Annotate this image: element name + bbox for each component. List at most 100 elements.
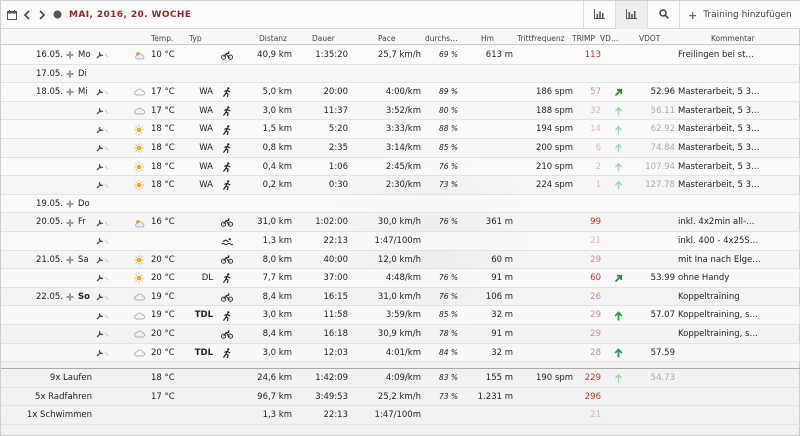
table-row[interactable]: 20 °C TDL 3,0 km 12:03 4:01/km 84 % 32 m 28 57.5… [1,343,800,363]
add-training-icon[interactable] [65,213,75,232]
trimp-value: 60 [590,273,601,284]
edit-icon[interactable] [96,102,112,121]
weekday-label: Di [78,68,87,79]
col-vd[interactable]: VD… [600,34,618,43]
vdot-value [635,46,675,65]
bar-chart-alt-button[interactable] [615,1,647,29]
duration: 2:35 [328,143,348,153]
search-button[interactable] [647,1,679,29]
avg-heart-rate: 69 % [438,50,458,59]
trimp-value: 29 [590,329,601,339]
comment: ohne Handy [678,273,730,284]
col-hm[interactable]: Hm [481,34,494,43]
table-row[interactable]: 17.05. Di [1,65,800,84]
training-type [189,232,213,251]
date-label [31,176,63,195]
avg-heart-rate: 85 % [438,143,458,152]
training-type: TDL [194,310,213,321]
temperature: 19 °C [151,310,175,321]
cadence [529,388,573,407]
vdot-value: 74.84 [650,143,675,153]
trimp-value: 99 [590,217,601,228]
col-pace[interactable]: Pace [378,34,396,43]
col-temp[interactable]: Temp. [151,34,173,43]
distance [241,195,292,214]
col-vdot[interactable]: VDOT [639,34,660,43]
table-row[interactable]: 22.05. So 19 °C 8,4 km 16:15 31,0 km/h 76 % 106… [1,288,800,307]
edit-icon[interactable] [96,83,112,102]
table-row[interactable]: 18 °C WA 1,5 km 5:20 3:33/km 88 % 194 spm 14 62.… [1,120,800,139]
distance: 0,2 km [262,180,292,191]
summary-row: 5x Radfahren 17 °C 96,7 km 3:49:53 25,2 km/h… [1,388,800,407]
table-row[interactable]: 19.05. Do [1,194,800,214]
add-training-icon[interactable] [65,251,75,270]
table-row[interactable]: 16.05. Mo 10 °C 40,9 km 1:35:20 25,7 km/h 69 %… [1,46,800,65]
training-type: TDL [194,347,213,358]
edit-icon[interactable] [96,288,112,307]
add-training-icon[interactable] [65,288,75,307]
weekday-label [78,176,94,195]
training-type [189,195,213,214]
col-trimp[interactable]: TRIMP [572,34,595,43]
table-row[interactable]: 18 °C WA 0,2 km 0:30 2:30/km 73 % 224 spm 1 127.… [1,176,800,195]
arrow-up-light-icon [611,139,625,158]
bike-icon [220,325,234,344]
trimp-value: 1 [595,180,601,191]
chevron-right-icon[interactable] [37,9,47,20]
comment [678,195,788,214]
add-training-button[interactable]: + Training hinzufügen [679,1,800,29]
add-training-label: Training hinzufügen [703,10,792,20]
running-icon [220,269,234,288]
col-durchs[interactable]: durchs… [425,34,458,43]
edit-icon[interactable] [96,158,112,177]
edit-icon[interactable] [96,306,112,325]
duration: 16:15 [323,291,349,302]
circle-icon[interactable] [52,10,62,20]
duration: 1:35:20 [315,50,348,60]
table-row[interactable]: 1,3 km 22:13 1:47/100m 21 inkl. 400 - 4x25S… [1,232,800,251]
summary-label: 9x Laufen [49,373,92,383]
cadence: 194 spm [535,124,573,135]
avg-heart-rate: 76 % [438,291,458,301]
table-row[interactable]: 18.05. Mi 17 °C WA 5,0 km 20:00 4:00/km 89 % 186… [1,83,800,102]
edit-icon[interactable] [96,232,112,251]
edit-icon[interactable] [96,120,112,139]
table-header: Temp. Typ Distanz Dauer Pace durchs… Hm … [1,31,800,45]
sun-cloud-icon [132,213,146,232]
add-training-icon[interactable] [65,195,75,214]
edit-icon[interactable] [96,344,112,363]
table-row[interactable]: 20.05. Fr 16 °C 31,0 km 1:02:00 30,0 km/h 76 %… [1,213,800,232]
table-row[interactable]: 20 °C DL 7,7 km 37:00 4:48/km 76 % 91 m 60 53.99… [1,269,800,288]
edit-icon[interactable] [96,46,112,65]
add-training-icon[interactable] [65,65,75,84]
add-training-icon[interactable] [65,46,75,65]
table-row[interactable]: 18 °C WA 0,4 km 1:06 2:45/km 76 % 210 spm 2 107.… [1,157,800,177]
calendar-icon[interactable] [7,9,17,20]
avg-heart-rate: 84 % [438,347,458,357]
table-row[interactable]: 21.05. Sa 20 °C 8,0 km 40:00 12,0 km/h 60 m 29 m… [1,251,800,270]
edit-icon[interactable] [96,251,112,270]
elevation [471,102,513,121]
table-row[interactable]: 19 °C TDL 3,0 km 11:58 3:59/km 85 % 32 m 29 57.0… [1,306,800,325]
edit-icon[interactable] [96,269,112,288]
weekday-label [78,344,94,363]
vdot-value: 62.92 [650,124,675,135]
col-trittfrequenz[interactable]: Trittfrequenz [517,34,565,43]
comment: Koppeltraining [678,291,740,302]
table-row[interactable]: 18 °C WA 0,8 km 2:35 3:14/km 85 % 200 spm 6 74.8… [1,139,800,158]
bar-chart-button[interactable] [583,1,615,29]
col-dauer[interactable]: Dauer [312,34,335,43]
edit-icon[interactable] [96,176,112,195]
add-training-icon[interactable] [65,83,75,102]
chevron-left-icon[interactable] [22,9,32,20]
edit-icon[interactable] [96,213,112,232]
col-distanz[interactable]: Distanz [259,34,287,43]
table-row[interactable]: 17 °C WA 3,0 km 11:37 3:52/km 80 % 188 spm 32 56… [1,102,800,121]
edit-icon[interactable] [96,139,112,158]
col-kommentar[interactable]: Kommentar [711,34,755,43]
avg-heart-rate: 85 % [438,310,458,320]
table-row[interactable]: 20 °C 8,4 km 16:18 30,9 km/h 78 % 91 m 29 Koppe… [1,325,800,344]
col-typ[interactable]: Typ [189,34,202,43]
edit-icon[interactable] [96,325,112,344]
duration: 16:18 [323,329,349,339]
